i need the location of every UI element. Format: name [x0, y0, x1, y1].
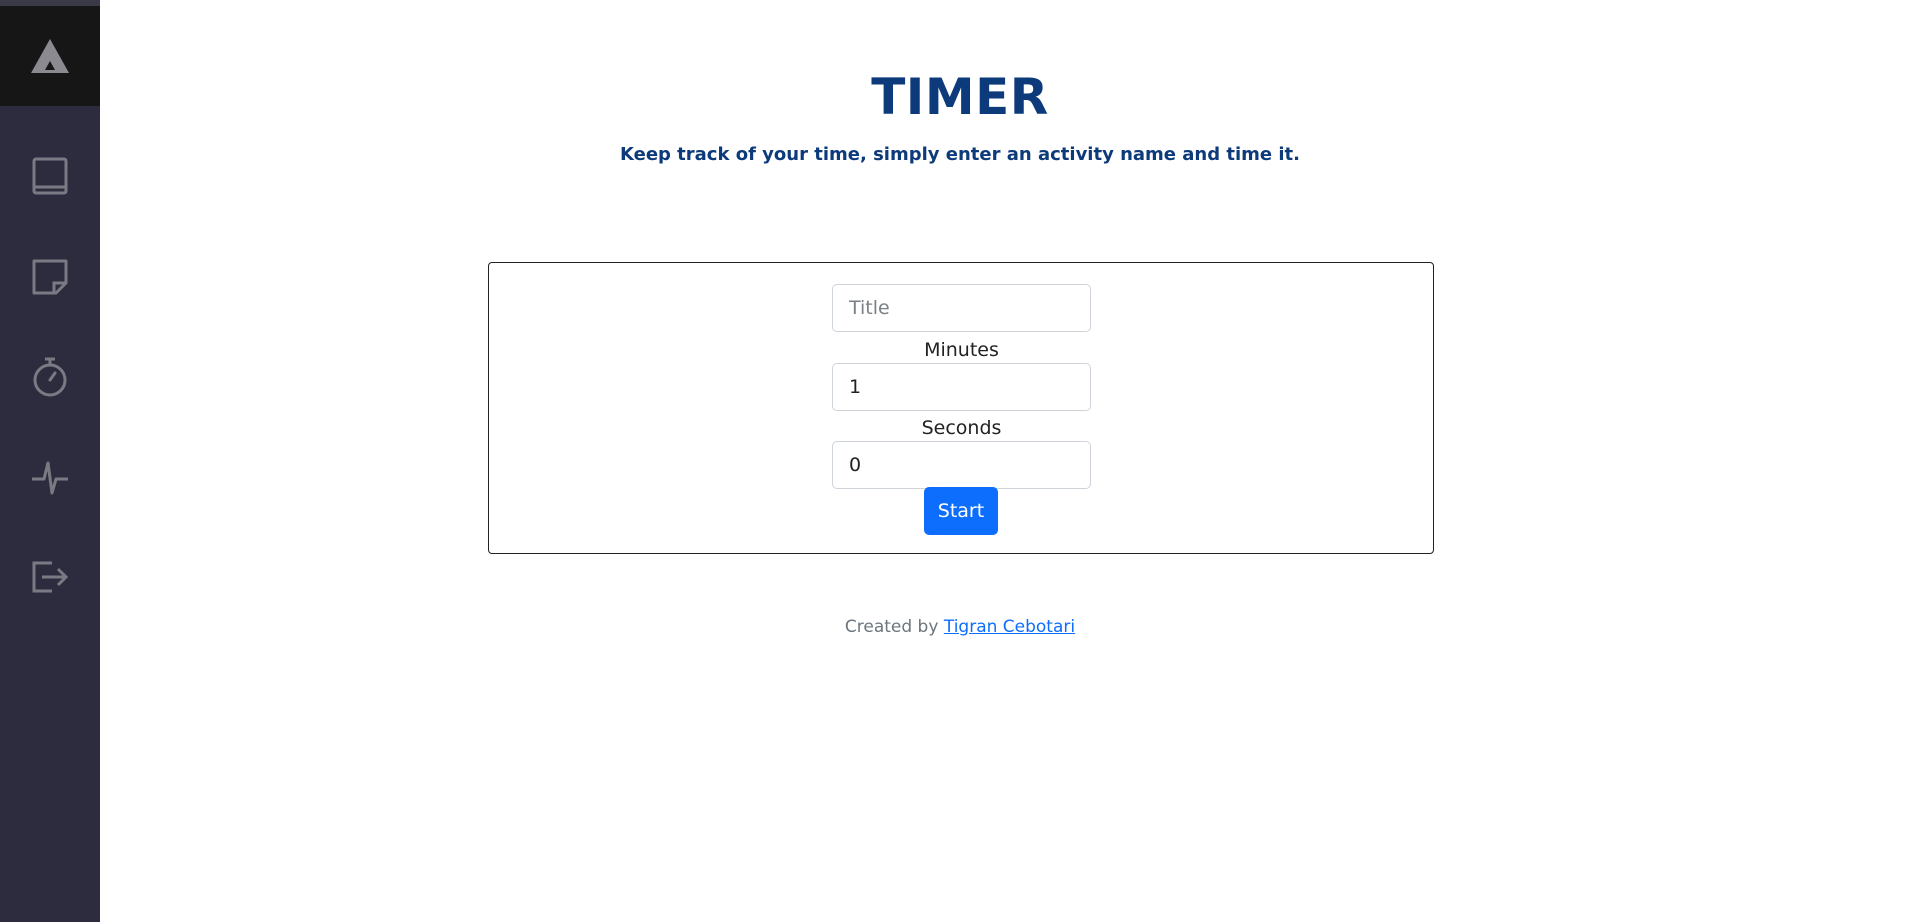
minutes-input[interactable] — [832, 363, 1091, 411]
triangle-logo-icon — [31, 39, 69, 73]
start-button[interactable]: Start — [924, 487, 998, 535]
footer-credit-text: Created by — [844, 617, 939, 637]
app-logo[interactable] — [0, 6, 100, 106]
seconds-input[interactable] — [832, 441, 1091, 489]
sidebar-item-logout[interactable] — [0, 527, 100, 627]
book-icon — [32, 157, 68, 195]
title-input[interactable] — [832, 284, 1091, 332]
author-link[interactable]: Tigran Cebotari — [944, 617, 1075, 637]
sidebar-item-activity[interactable] — [0, 427, 100, 527]
seconds-label: Seconds — [921, 417, 1002, 439]
page-subtitle: Keep track of your time, simply enter an… — [619, 144, 1301, 165]
sidebar-item-timer[interactable] — [0, 327, 100, 427]
sticky-note-icon — [32, 259, 68, 295]
stopwatch-icon — [33, 357, 67, 397]
main-content: TIMER Keep track of your time, simply en… — [100, 0, 1920, 922]
sidebar — [0, 0, 100, 922]
minutes-label: Minutes — [924, 339, 999, 361]
page-title: TIMER — [871, 68, 1049, 126]
sidebar-item-notes[interactable] — [0, 227, 100, 327]
logout-icon — [32, 561, 69, 593]
activity-pulse-icon — [32, 461, 68, 495]
timer-form-card: Minutes Seconds Start — [488, 262, 1434, 554]
sidebar-item-notebook[interactable] — [0, 127, 100, 227]
footer: Created by Tigran Cebotari — [100, 617, 1820, 637]
